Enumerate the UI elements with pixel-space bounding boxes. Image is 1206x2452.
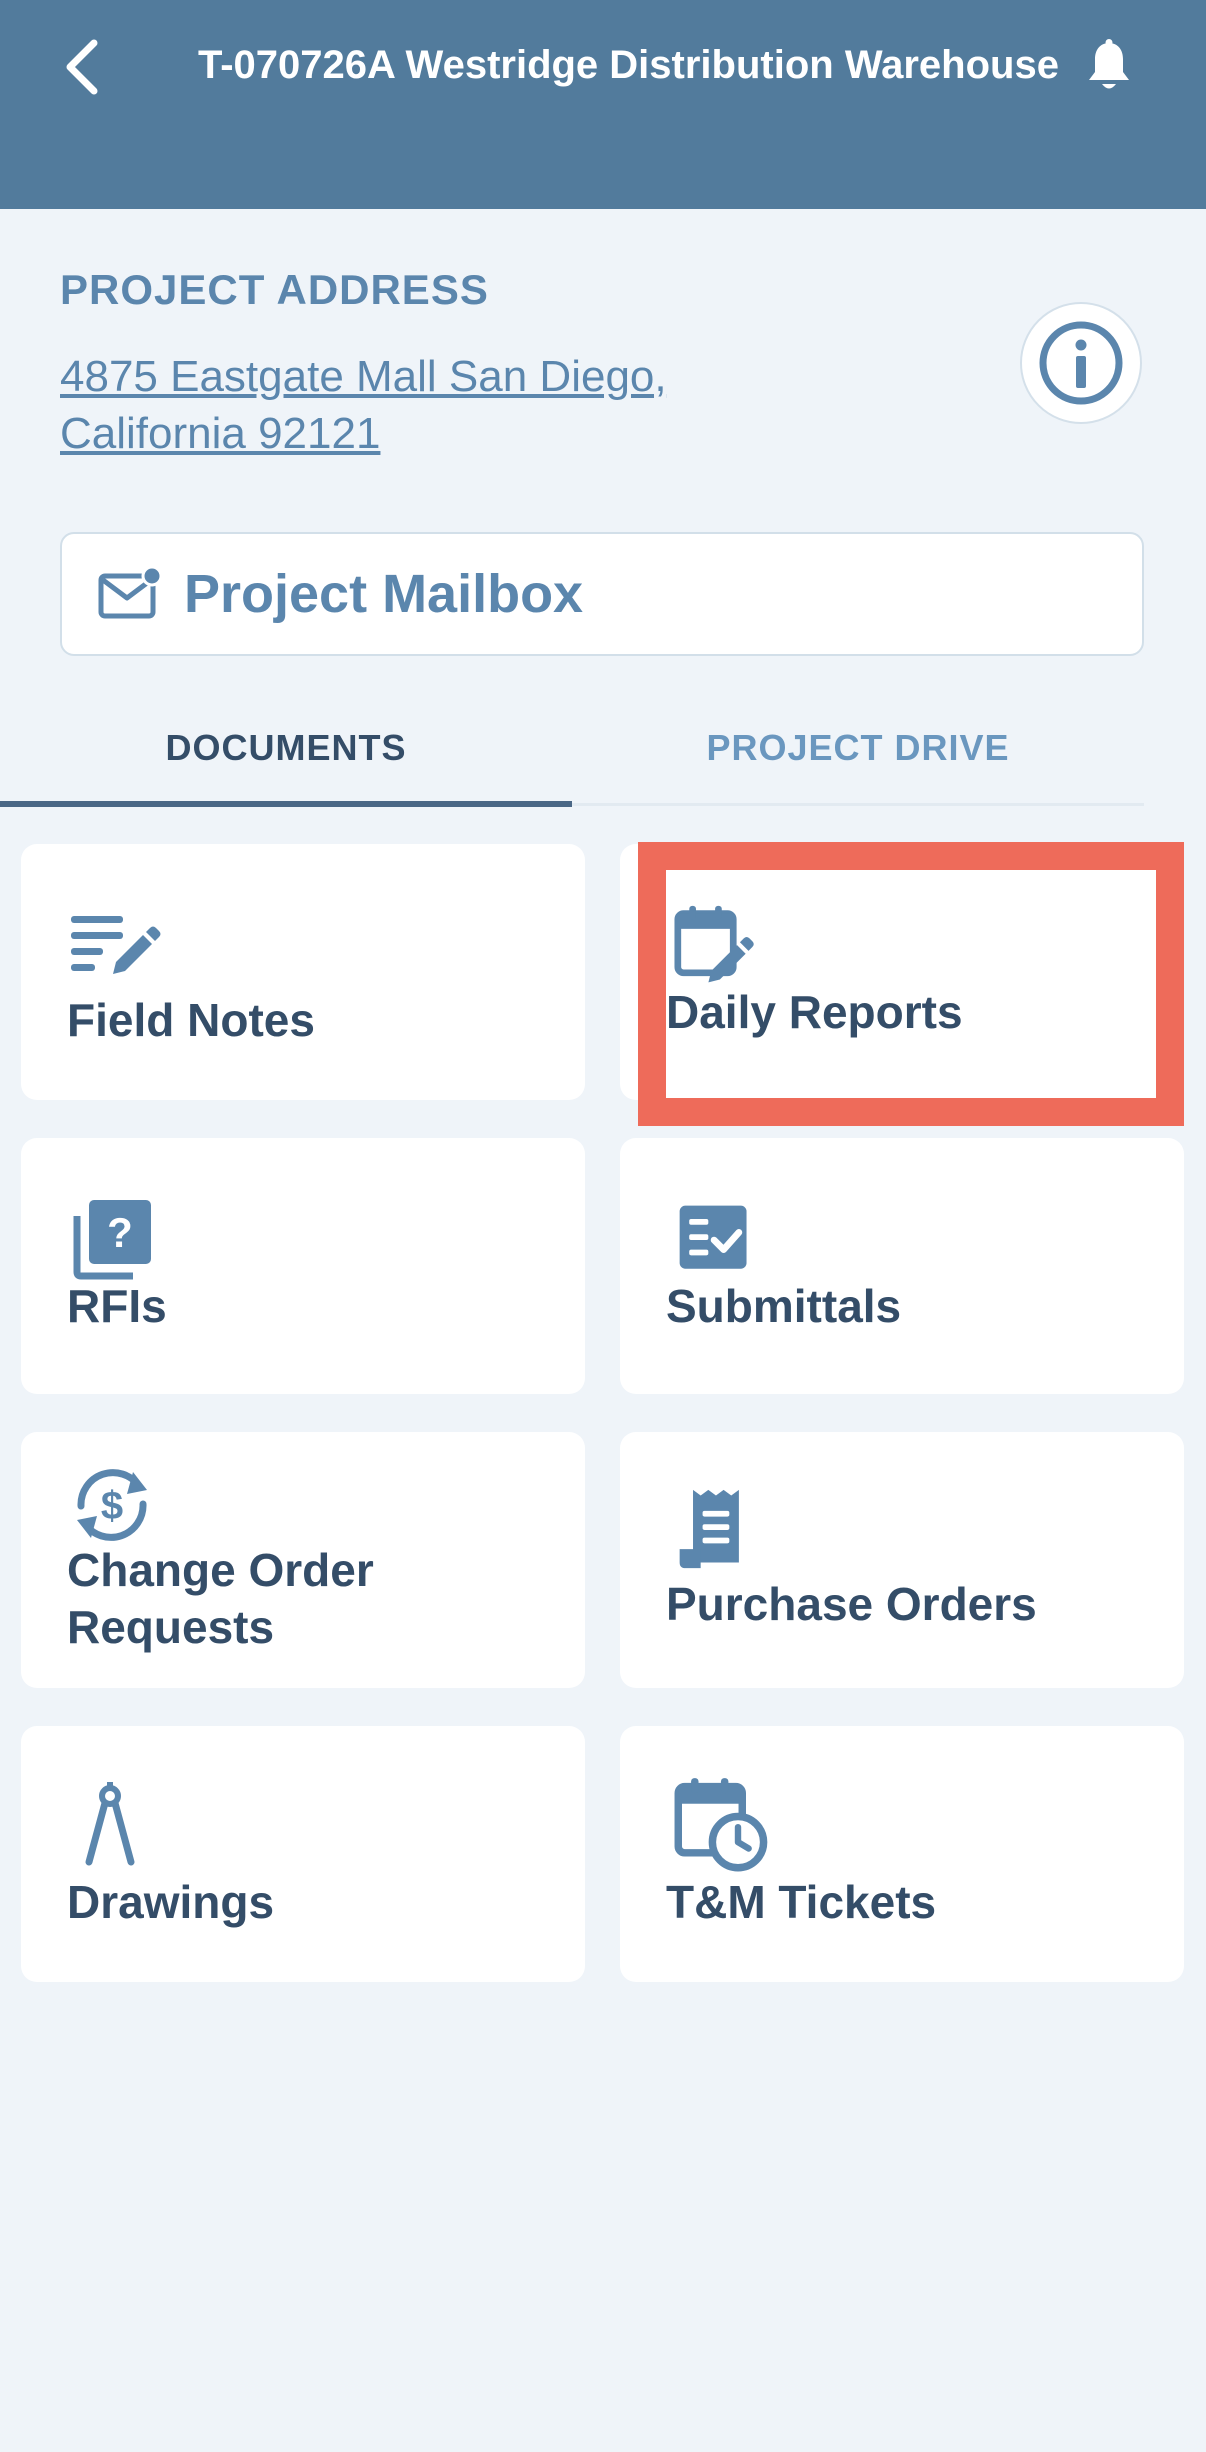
change-order-label-line-2: Requests — [67, 1601, 275, 1653]
tab-documents[interactable]: DOCUMENTS — [0, 690, 572, 806]
submittals-card[interactable]: Submittals — [620, 1138, 1184, 1394]
calendar-clock-icon — [674, 1778, 768, 1872]
tm-tickets-card[interactable]: T&M Tickets — [620, 1726, 1184, 1982]
notes-pencil-icon — [71, 916, 161, 974]
chevron-left-icon — [66, 39, 98, 95]
submittals-label: Submittals — [666, 1280, 902, 1332]
svg-text:$: $ — [101, 1484, 123, 1528]
drawings-label: Drawings — [67, 1876, 275, 1928]
change-order-requests-card[interactable]: $ Change Order Requests — [21, 1432, 585, 1688]
project-info-button[interactable] — [1020, 302, 1142, 424]
bell-icon — [1089, 39, 1129, 89]
daily-reports-highlight — [638, 842, 1184, 1126]
project-address-link[interactable]: 4875 Eastgate Mall San Diego, California… — [60, 348, 780, 462]
project-mailbox-label: Project Mailbox — [184, 564, 584, 624]
field-notes-label: Field Notes — [67, 994, 315, 1046]
tab-project-drive[interactable]: PROJECT DRIVE — [572, 690, 1144, 806]
info-icon — [1039, 321, 1123, 405]
tm-tickets-label: T&M Tickets — [666, 1876, 937, 1928]
change-order-label-line-1: Change Order — [67, 1544, 374, 1596]
project-address-label: PROJECT ADDRESS — [60, 266, 489, 313]
app-header: T-070726A Westridge Distribution Warehou… — [0, 0, 1206, 209]
rfis-card[interactable]: ? RFIs — [21, 1138, 585, 1394]
change-order-requests-label: Change Order Requests — [67, 1542, 374, 1656]
drawings-card[interactable]: Drawings — [21, 1726, 585, 1982]
receipt-icon — [679, 1489, 739, 1569]
svg-text:?: ? — [107, 1209, 133, 1256]
back-button[interactable] — [52, 32, 112, 102]
address-line-2: California 92121 — [60, 409, 381, 458]
rfis-label: RFIs — [67, 1280, 167, 1332]
page-title: T-070726A Westridge Distribution Warehou… — [198, 43, 1059, 87]
address-line-1: 4875 Eastgate Mall San Diego, — [60, 352, 667, 401]
tab-divider — [572, 803, 1144, 806]
field-notes-card[interactable]: Field Notes — [21, 844, 585, 1100]
compass-icon — [85, 1782, 135, 1866]
notifications-button[interactable] — [1078, 32, 1140, 102]
purchase-orders-label: Purchase Orders — [666, 1578, 1037, 1630]
dollar-refresh-icon: $ — [77, 1469, 147, 1541]
mail-icon — [98, 566, 162, 619]
active-tab-indicator — [0, 801, 572, 807]
checklist-icon — [679, 1205, 747, 1269]
purchase-orders-card[interactable]: Purchase Orders — [620, 1432, 1184, 1688]
question-docs-icon: ? — [73, 1200, 151, 1280]
project-mailbox-button[interactable]: Project Mailbox — [60, 532, 1144, 656]
